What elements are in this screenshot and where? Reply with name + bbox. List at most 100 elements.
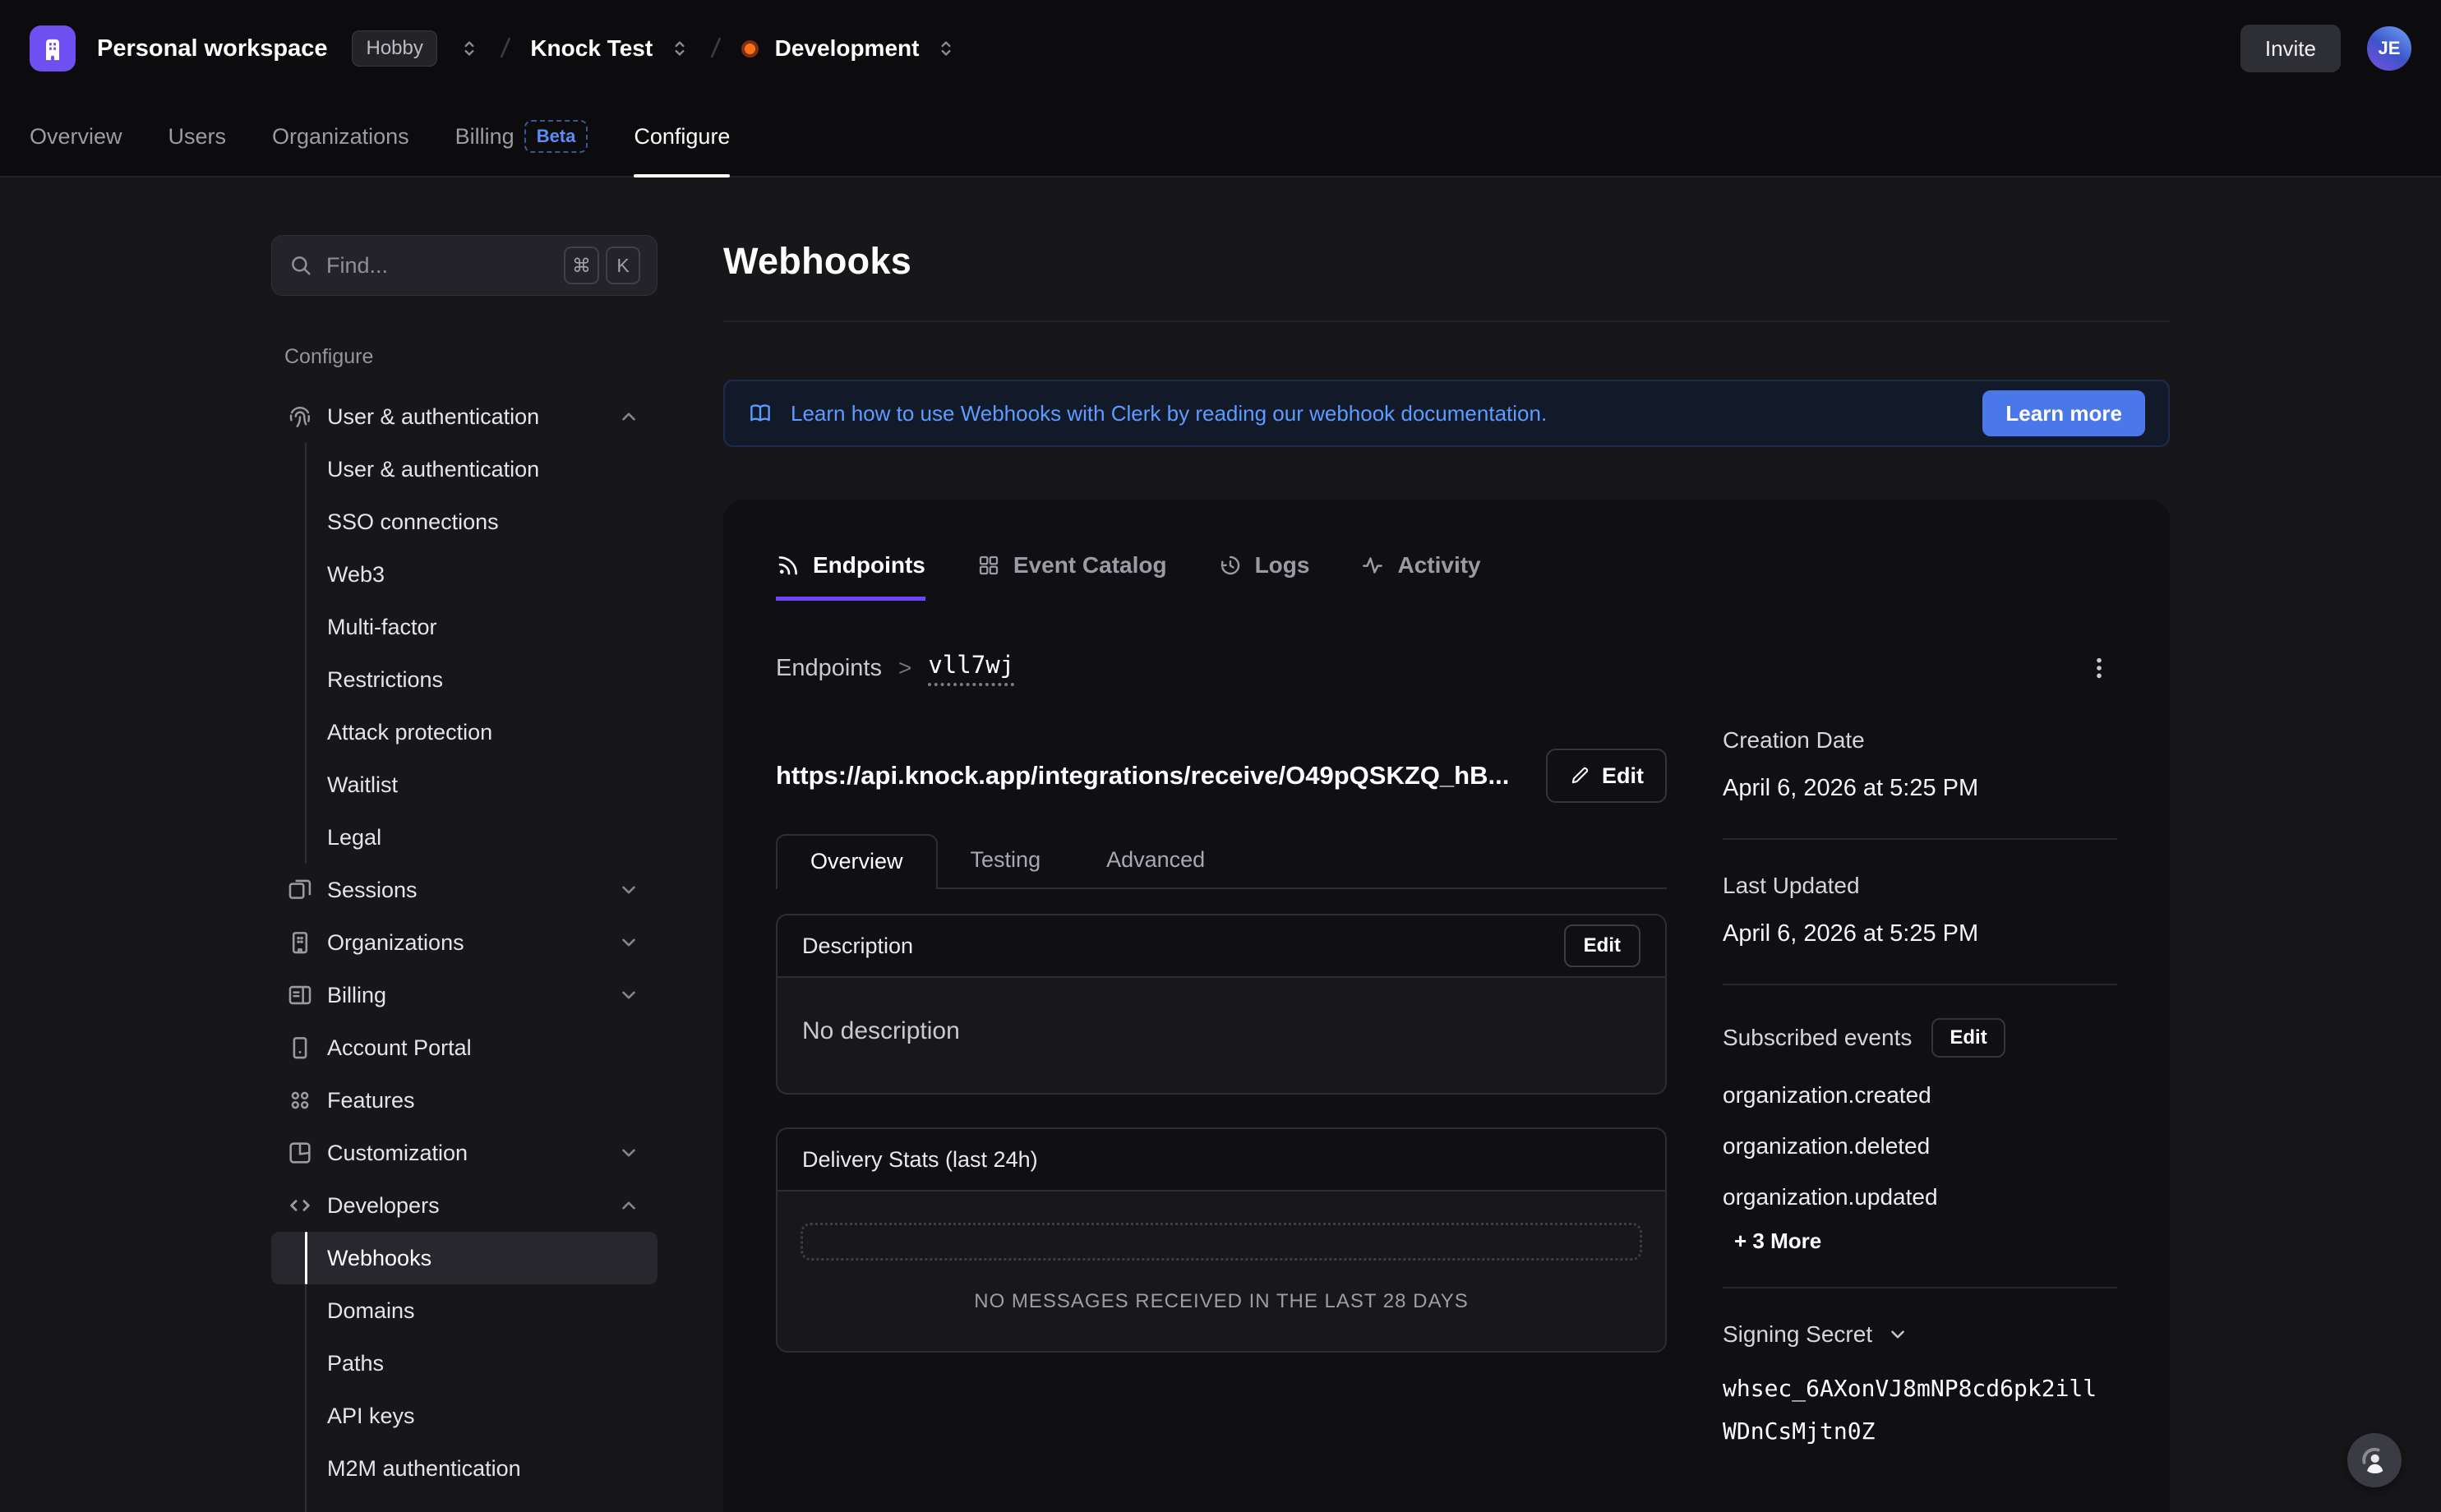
endpoint-id[interactable]: vll7wj xyxy=(928,651,1014,686)
sidebar-item[interactable]: Attack protection xyxy=(271,706,658,758)
panel-tab[interactable]: Logs xyxy=(1218,552,1310,601)
sidebar-item[interactable]: User & authentication xyxy=(271,390,658,443)
panel-tab[interactable]: Endpoints xyxy=(776,552,925,601)
sidebar-item-label: Account Portal xyxy=(327,1035,472,1061)
last-updated-value: April 6, 2026 at 5:25 PM xyxy=(1723,920,2117,947)
search-input[interactable] xyxy=(326,253,551,279)
sidebar-item[interactable]: Multi-factor xyxy=(271,601,658,653)
sidebar-item-label: Domains xyxy=(327,1298,415,1324)
tab-label: Endpoints xyxy=(813,552,925,579)
endpoint-url: https://api.knock.app/integrations/recei… xyxy=(776,761,1509,791)
workspace-switcher-icon[interactable] xyxy=(459,38,480,59)
no-messages-text: NO MESSAGES RECEIVED IN THE LAST 28 DAYS xyxy=(801,1290,1642,1313)
panel-tab[interactable]: Activity xyxy=(1360,552,1480,601)
environment-name: Development xyxy=(775,35,920,62)
sidebar-item-label: Restrictions xyxy=(327,667,443,693)
sidebar-item-icon xyxy=(286,981,314,1009)
workspace-name[interactable]: Personal workspace xyxy=(97,35,327,62)
docs-banner-text[interactable]: Learn how to use Webhooks with Clerk by … xyxy=(791,401,1547,426)
sidebar-item[interactable]: Paths xyxy=(271,1337,658,1390)
sidebar-item[interactable]: Organizations xyxy=(271,916,658,969)
sidebar-item[interactable]: Sessions xyxy=(271,864,658,916)
sidebar-item-label: Customization xyxy=(327,1141,468,1166)
sidebar-item[interactable]: Web3 xyxy=(271,548,658,601)
sidebar-item[interactable]: User & authentication xyxy=(271,443,658,496)
endpoint-subtab[interactable]: Testing xyxy=(938,834,1074,887)
panel-tab[interactable]: Event Catalog xyxy=(976,552,1167,601)
sidebar-item[interactable]: M2M authentication xyxy=(271,1442,658,1495)
sidebar-item-label: Waitlist xyxy=(327,772,398,798)
chevron-icon xyxy=(618,406,639,427)
breadcrumb-separator: / xyxy=(710,32,722,65)
nav-tab[interactable]: Overview xyxy=(30,97,122,176)
sidebar-item[interactable]: Billing xyxy=(271,969,658,1021)
title-divider xyxy=(723,320,2170,322)
book-icon xyxy=(748,401,773,426)
endpoint-subtab[interactable]: Overview xyxy=(776,834,938,889)
sidebar-item-label: Legal xyxy=(327,825,381,850)
nav-tab-label: Configure xyxy=(634,124,730,150)
sidebar-item[interactable]: Domains xyxy=(271,1284,658,1337)
main-nav: Overview Users Organizations Billing Bet… xyxy=(0,97,2441,177)
project-switcher-icon xyxy=(669,38,690,59)
sidebar-item[interactable]: Restrictions xyxy=(271,653,658,706)
sidebar-item[interactable]: Legal xyxy=(271,811,658,864)
sidebar-item-label: Paths xyxy=(327,1351,384,1376)
kebab-icon xyxy=(2086,655,2112,681)
sidebar-item-label: Developers xyxy=(327,1193,440,1219)
page-title: Webhooks xyxy=(723,240,2170,283)
sidebar-item[interactable]: Waitlist xyxy=(271,758,658,811)
nav-tab[interactable]: Billing Beta xyxy=(455,97,588,176)
sidebar-item[interactable]: Developers xyxy=(271,1179,658,1232)
more-events-link[interactable]: + 3 More xyxy=(1734,1228,1821,1254)
user-avatar[interactable]: JE xyxy=(2367,26,2411,71)
sidebar-nav-list: User & authentication User & authenticat… xyxy=(271,390,658,1512)
environment-switcher[interactable]: Development xyxy=(741,35,957,62)
environment-switcher-icon xyxy=(935,38,957,59)
learn-more-button[interactable]: Learn more xyxy=(1982,390,2145,436)
sidebar-item-label: User & authentication xyxy=(327,457,539,482)
edit-description-button[interactable]: Edit xyxy=(1564,924,1640,967)
environment-dot-icon xyxy=(741,40,759,58)
chevron-icon xyxy=(618,1142,639,1164)
endpoint-menu-button[interactable] xyxy=(2081,650,2117,686)
endpoint-subtabs: OverviewTestingAdvanced xyxy=(776,834,1667,889)
signing-secret-row[interactable]: Signing Secret xyxy=(1723,1321,2117,1348)
nav-tab[interactable]: Configure xyxy=(634,97,730,176)
sidebar-item[interactable]: Webhooks xyxy=(271,1232,658,1284)
chevron-icon xyxy=(618,932,639,953)
endpoint-subtab[interactable]: Advanced xyxy=(1073,834,1238,887)
nav-tab[interactable]: Users xyxy=(168,97,227,176)
breadcrumb-parent[interactable]: Endpoints xyxy=(776,655,882,682)
nav-tab[interactable]: Organizations xyxy=(272,97,409,176)
app-layout: ⌘ K Configure User & authentication User… xyxy=(0,177,2441,1510)
creation-date-value: April 6, 2026 at 5:25 PM xyxy=(1723,775,2117,802)
sidebar-item[interactable]: Customization xyxy=(271,1127,658,1179)
invite-button[interactable]: Invite xyxy=(2240,25,2341,72)
plan-badge: Hobby xyxy=(352,30,436,67)
sidebar-item-icon xyxy=(286,1139,314,1167)
delivery-stats-header: Delivery Stats (last 24h) xyxy=(778,1129,1665,1190)
sidebar-item-icon xyxy=(286,1086,314,1114)
k-key: K xyxy=(606,247,640,284)
sidebar-item[interactable]: Account Portal xyxy=(271,1021,658,1074)
project-switcher[interactable]: Knock Test xyxy=(530,35,690,62)
workspace-logo[interactable] xyxy=(30,25,76,71)
tab-icon xyxy=(976,553,1001,578)
sidebar-item[interactable]: Features xyxy=(271,1074,658,1127)
support-widget-button[interactable] xyxy=(2347,1433,2402,1487)
edit-events-button[interactable]: Edit xyxy=(1931,1018,2005,1058)
sidebar-item[interactable]: API keys xyxy=(271,1390,658,1442)
tab-icon xyxy=(1360,553,1385,578)
sidebar-search[interactable]: ⌘ K xyxy=(271,235,658,296)
signing-secret-label: Signing Secret xyxy=(1723,1321,1872,1348)
description-card-header: Description Edit xyxy=(778,915,1665,976)
edit-url-button[interactable]: Edit xyxy=(1546,749,1667,803)
sidebar-item[interactable]: OAuth applications xyxy=(271,1495,658,1512)
endpoint-content: https://api.knock.app/integrations/recei… xyxy=(776,719,2117,1453)
webhooks-panel: Endpoints Event Catalog Logs Activity En… xyxy=(723,500,2170,1512)
description-card-title: Description xyxy=(802,933,913,959)
tab-icon xyxy=(1218,553,1243,578)
sidebar-item[interactable]: SSO connections xyxy=(271,496,658,548)
sidebar-item-icon xyxy=(286,1192,314,1219)
